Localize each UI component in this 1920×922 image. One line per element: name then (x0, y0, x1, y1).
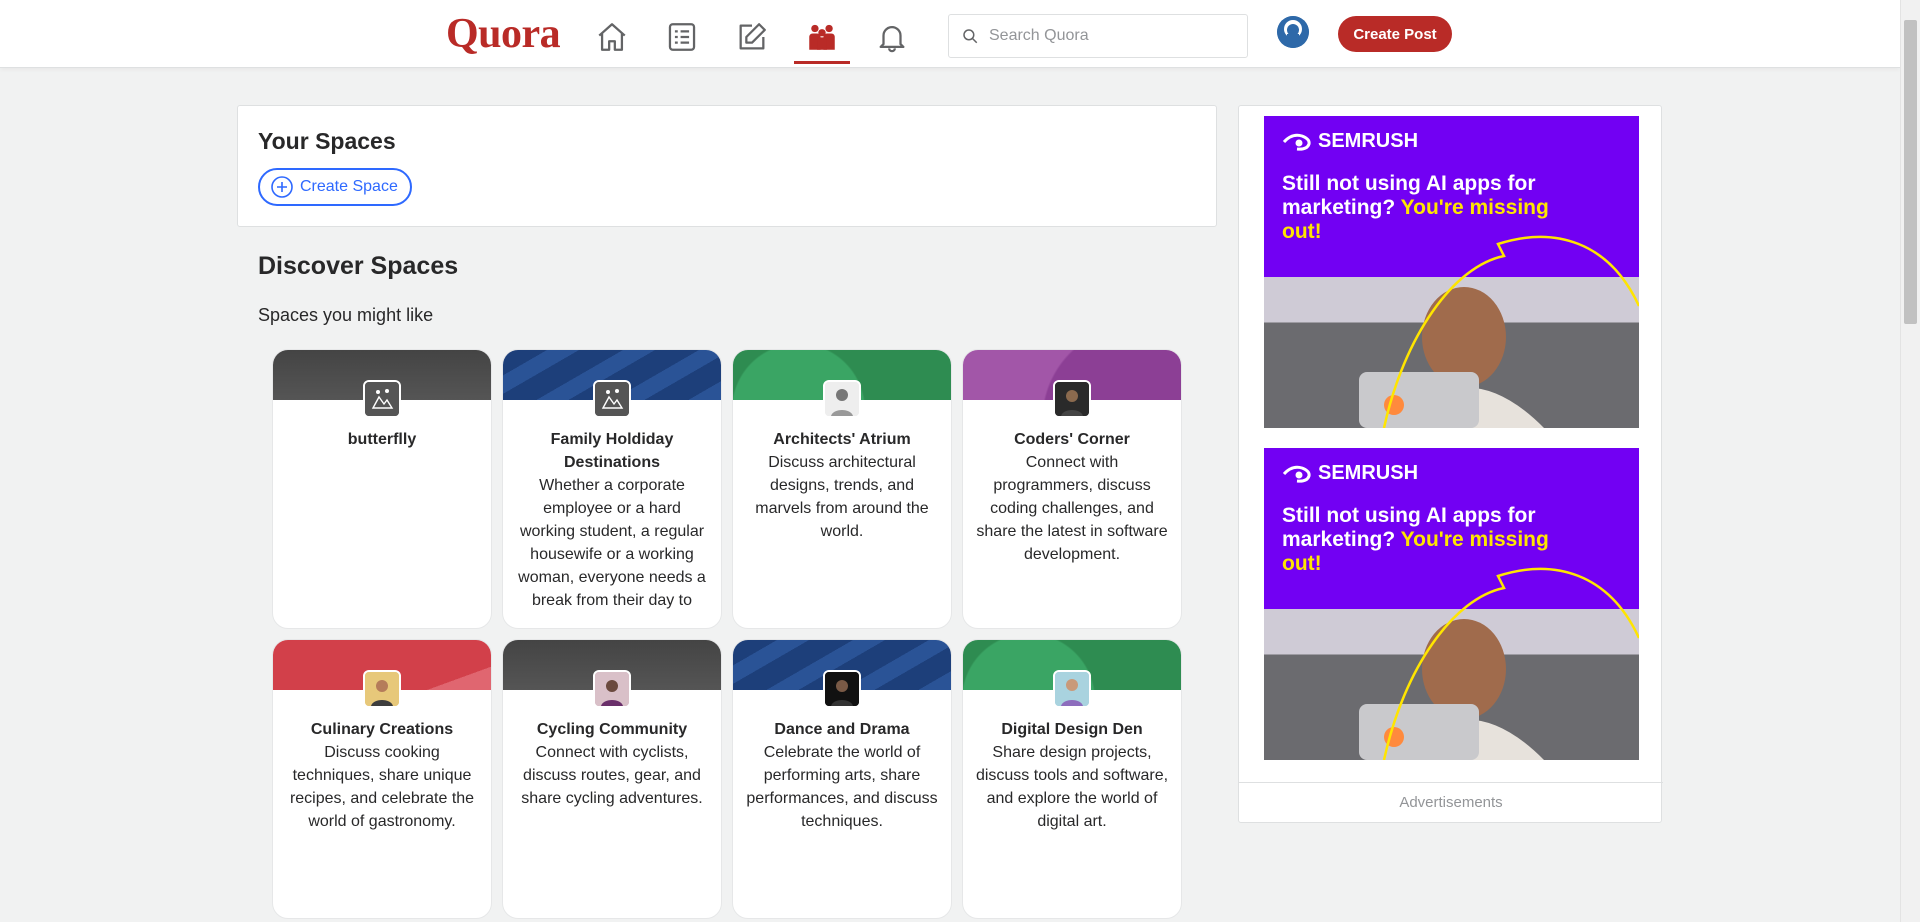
create-space-label: Create Space (300, 178, 398, 195)
space-title: Family Holdiday Destinations (550, 431, 674, 471)
following-icon[interactable] (654, 12, 710, 62)
advertisements-label: Advertisements (1239, 782, 1663, 824)
space-avatar-icon (823, 380, 861, 418)
top-navigation-bar: Quora Create Post (0, 0, 1900, 68)
ad-brand: SEMRUSH (1282, 462, 1418, 485)
space-card[interactable]: Cycling Community Connect with cyclists,… (502, 639, 722, 919)
space-card[interactable]: Culinary Creations Discuss cooking techn… (272, 639, 492, 919)
space-card[interactable]: Family Holdiday Destinations Whether a c… (502, 349, 722, 629)
advertisements-panel: SEMRUSH Still not using AI apps for mark… (1238, 105, 1663, 824)
space-title: Culinary Creations (310, 721, 454, 738)
space-avatar-icon (1053, 380, 1091, 418)
ad-banner[interactable]: SEMRUSH Still not using AI apps for mark… (1264, 116, 1639, 428)
space-avatar-icon (823, 670, 861, 708)
space-description: Whether a corporate employee or a hard w… (518, 477, 706, 609)
space-card[interactable]: butterflly (272, 349, 492, 629)
create-post-button[interactable]: Create Post (1338, 16, 1452, 52)
space-description: Celebrate the world of performing arts, … (746, 744, 938, 830)
space-title: butterflly (347, 431, 417, 448)
space-title: Architects' Atrium (773, 431, 911, 448)
space-avatar-icon (593, 670, 631, 708)
semrush-logo-icon (1282, 465, 1311, 483)
your-spaces-title: Your Spaces (258, 128, 396, 154)
space-title: Cycling Community (536, 721, 688, 738)
spaces-icon[interactable] (794, 12, 850, 64)
ad-brand-name: SEMRUSH (1318, 130, 1419, 152)
space-default-icon (593, 380, 631, 418)
space-avatar-icon (1053, 670, 1091, 708)
plus-circle-icon (271, 176, 293, 198)
notifications-icon[interactable] (864, 12, 920, 62)
space-card[interactable]: Architects' Atrium Discuss architectural… (732, 349, 952, 629)
your-spaces-panel: Your Spaces Create Space (237, 105, 1217, 227)
space-card[interactable]: Dance and Drama Celebrate the world of p… (732, 639, 952, 919)
home-icon[interactable] (584, 12, 640, 62)
space-description: Connect with programmers, discuss coding… (976, 454, 1168, 563)
space-default-icon (363, 380, 401, 418)
ad-photo (1264, 277, 1639, 428)
discover-spaces-title: Discover Spaces (258, 252, 459, 280)
discover-spaces-subtitle: Spaces you might like (258, 305, 434, 325)
space-description: Share design projects, discuss tools and… (975, 744, 1169, 830)
ad-brand-name: SEMRUSH (1318, 462, 1419, 484)
space-card[interactable]: Digital Design Den Share design projects… (962, 639, 1182, 919)
search-icon (963, 29, 978, 44)
profile-avatar[interactable] (1277, 16, 1309, 48)
space-title: Dance and Drama (774, 721, 910, 738)
page-scrollbar[interactable] (1900, 0, 1920, 922)
answer-icon[interactable] (724, 12, 780, 62)
space-title: Digital Design Den (1001, 721, 1143, 738)
ad-headline: Still not using AI apps for marketing? Y… (1282, 504, 1562, 576)
semrush-logo-icon (1282, 133, 1311, 151)
search-input[interactable] (989, 27, 1229, 45)
ad-photo (1264, 609, 1639, 760)
search-field[interactable] (948, 14, 1248, 58)
quora-logo[interactable]: Quora (446, 10, 561, 58)
ad-banner[interactable]: SEMRUSH Still not using AI apps for mark… (1264, 448, 1639, 760)
scrollbar-thumb[interactable] (1904, 20, 1917, 324)
space-description: Discuss cooking techniques, share unique… (289, 744, 475, 830)
ad-headline: Still not using AI apps for marketing? Y… (1282, 172, 1562, 244)
space-card[interactable]: Coders' Corner Connect with programmers,… (962, 349, 1182, 629)
space-avatar-icon (363, 670, 401, 708)
space-title: Coders' Corner (1014, 431, 1130, 448)
create-space-button[interactable]: Create Space (258, 168, 412, 206)
space-description: Connect with cyclists, discuss routes, g… (521, 744, 703, 807)
space-description: Discuss architectural designs, trends, a… (755, 454, 929, 540)
ad-brand: SEMRUSH (1282, 130, 1418, 153)
